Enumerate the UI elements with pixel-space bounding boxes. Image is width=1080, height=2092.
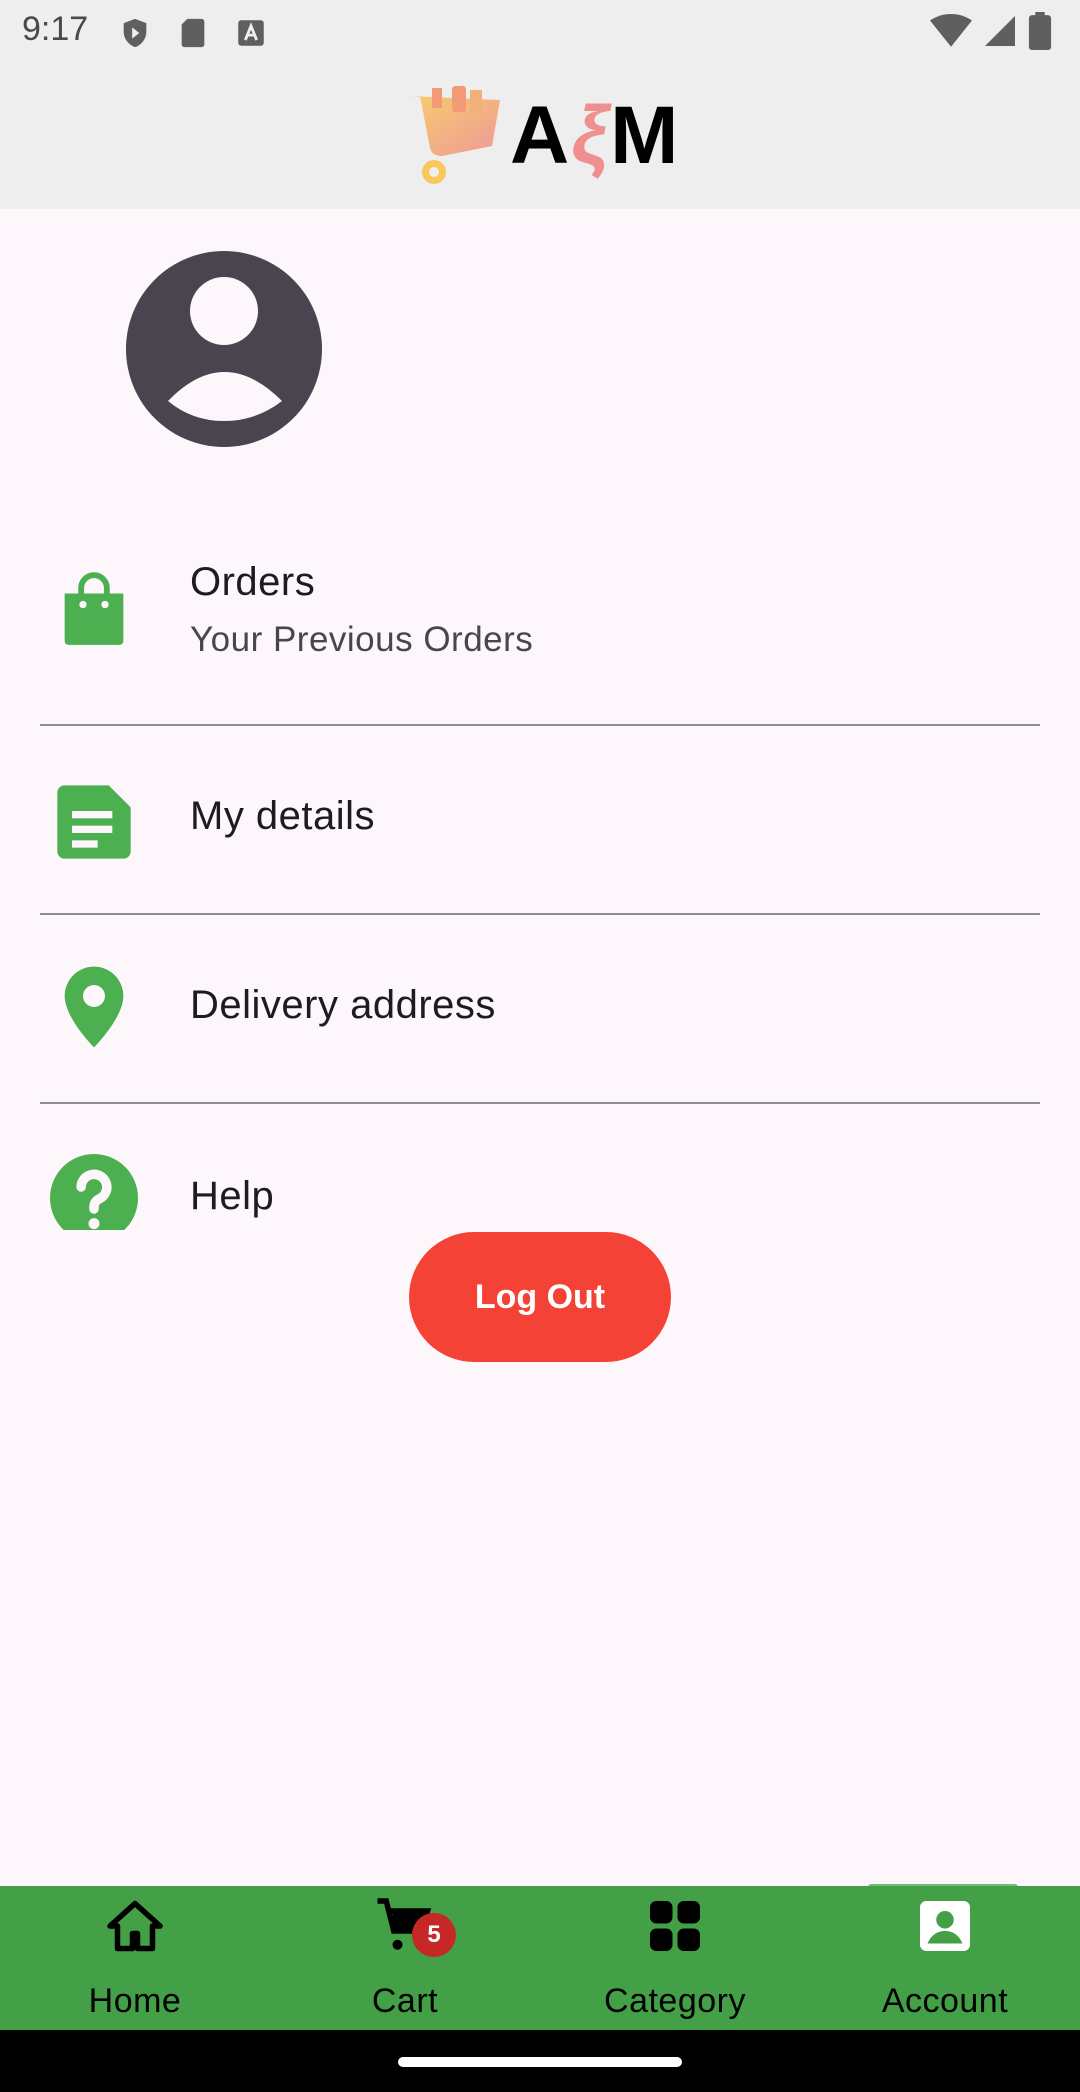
status-icons [930, 12, 1052, 50]
home-icon [107, 1900, 163, 1952]
help-title: Help [190, 1174, 275, 1218]
account-icon [920, 1901, 970, 1951]
menu-item-delivery-address[interactable]: Delivery address [0, 915, 1080, 1101]
category-grid-icon [650, 1901, 700, 1951]
my-details-title: My details [190, 794, 376, 838]
shield-icon [123, 18, 147, 48]
signal-icon [985, 16, 1015, 46]
shopping-bag-icon [64, 572, 124, 645]
bottom-nav: Home Cart Category Account [0, 1886, 1080, 2030]
delivery-address-title: Delivery address [190, 983, 496, 1027]
nav-account[interactable]: Account [810, 1886, 1080, 2030]
app-logo-text: AξM [510, 90, 681, 181]
battery-icon [1028, 12, 1052, 50]
logout-button[interactable]: Log Out [409, 1232, 671, 1362]
nav-cart-label: Cart [371, 1982, 439, 2020]
app-bar: 9:17 AξM [0, 0, 1080, 209]
sd-card-icon [181, 18, 205, 48]
home-gesture-bar[interactable] [398, 2057, 682, 2067]
orders-subtitle: Your Previous Orders [190, 620, 534, 659]
nav-category[interactable]: Category [540, 1886, 810, 2030]
orders-title: Orders [190, 560, 316, 604]
nav-home[interactable]: Home [0, 1886, 270, 2030]
accessibility-text-icon [238, 20, 264, 46]
shopping-cart-logo-icon [410, 86, 500, 184]
nav-account-label: Account [881, 1982, 1009, 2020]
menu-item-orders[interactable]: Orders Your Previous Orders [0, 540, 1080, 720]
location-pin-icon [64, 966, 124, 1048]
cart-badge: 5 [412, 1913, 456, 1957]
nav-home-label: Home [88, 1982, 182, 2020]
wifi-icon [930, 13, 972, 47]
menu-item-help[interactable]: Help [0, 1104, 1080, 1230]
help-icon [50, 1154, 138, 1230]
nav-category-label: Category [604, 1982, 746, 2020]
avatar[interactable] [126, 251, 322, 447]
status-time: 9:17 [22, 10, 89, 48]
document-icon [57, 785, 131, 859]
app-logo: AξM [408, 86, 680, 186]
menu-item-my-details[interactable]: My details [0, 726, 1080, 912]
nav-cart[interactable]: Cart [270, 1886, 540, 2030]
